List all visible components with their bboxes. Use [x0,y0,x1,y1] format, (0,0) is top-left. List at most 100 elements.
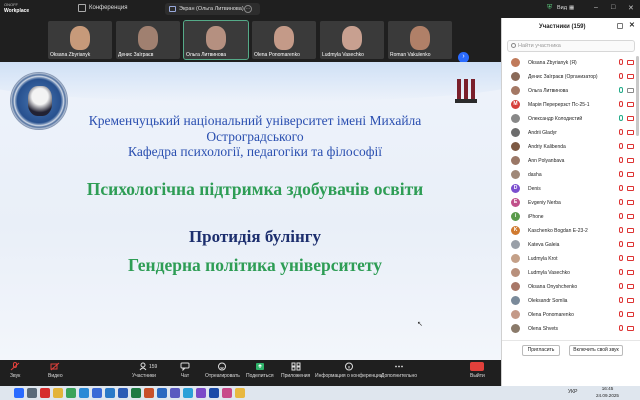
camera-off-icon[interactable] [627,186,634,191]
onoff-icon[interactable] [209,388,219,398]
video-tile[interactable]: Olena Ponomarenko [252,21,316,59]
close-panel-icon[interactable]: ✕ [629,21,635,29]
microphone-off-icon[interactable] [619,255,623,261]
camera-off-icon[interactable] [627,102,634,107]
microphone-off-icon[interactable] [619,101,623,107]
video-button[interactable]: Видео [48,362,63,379]
excel-icon[interactable] [131,388,141,398]
search-icon[interactable] [27,388,37,398]
camera-off-icon[interactable] [627,130,634,135]
participant-row[interactable]: Olena Shvets [502,321,640,335]
security-shield-icon[interactable]: ⛨ [547,4,552,12]
microphone-off-icon[interactable] [619,269,623,275]
camera-off-icon[interactable] [627,270,634,275]
video-tile[interactable]: Денис Заїграєв [116,21,180,59]
more-button[interactable]: Дополнительно [381,362,417,379]
microphone-off-icon[interactable] [619,143,623,149]
minimize-button[interactable]: – [594,4,598,11]
viber-icon[interactable] [196,388,206,398]
microphone-off-icon[interactable] [619,325,623,331]
more-options-button[interactable]: ⋯ [244,5,252,13]
participant-row[interactable]: Andrii Gladyr [502,125,640,139]
camera-off-icon[interactable] [627,144,634,149]
participant-row[interactable]: Ольга Литвинова [502,83,640,97]
participant-list[interactable]: Oksana Zbyrianyk (Я) Денис Заїграєв (Орга… [502,55,640,341]
participant-row[interactable]: Olena Ponomarenko [502,307,640,321]
outlook-icon[interactable] [157,388,167,398]
edge-icon[interactable] [79,388,89,398]
participant-row[interactable]: Денис Заїграєв (Организатор) [502,69,640,83]
microphone-off-icon[interactable] [619,283,623,289]
camera-on-icon[interactable] [627,88,634,93]
camera-off-icon[interactable] [627,284,634,289]
system-clock[interactable]: 16:45 24.09.2025 [596,386,619,399]
video-tile[interactable]: Roman Vakulenko [388,21,452,59]
camera-off-icon[interactable] [627,116,634,121]
microphone-off-icon[interactable] [619,129,623,135]
microphone-off-icon[interactable] [619,297,623,303]
participant-row[interactable]: Ludmyla Krot [502,251,640,265]
opera-icon[interactable] [40,388,50,398]
participant-row[interactable]: Олександр Колодистий [502,111,640,125]
microphone-off-icon[interactable] [619,199,623,205]
apps-button[interactable]: Приложения [281,362,310,379]
sound-button[interactable]: Звук [10,362,20,379]
camera-off-icon[interactable] [627,172,634,177]
store-icon[interactable] [92,388,102,398]
keyboard-language[interactable]: УКР [568,389,577,395]
powerpoint-icon[interactable] [144,388,154,398]
camera-off-icon[interactable] [627,256,634,261]
camera-off-icon[interactable] [627,312,634,317]
share-button[interactable]: Поделиться [246,362,274,379]
participant-row[interactable]: Ann Polyanbava [502,153,640,167]
video-tile[interactable]: Ольга Литвинова [183,20,249,60]
camera-off-icon[interactable] [627,214,634,219]
microphone-off-icon[interactable] [619,185,623,191]
microphone-off-icon[interactable] [619,227,623,233]
participant-row[interactable]: Andriy Kalibenda [502,139,640,153]
participant-row[interactable]: Oksana Onyshchenko [502,279,640,293]
popout-icon[interactable] [617,23,623,29]
exit-button[interactable]: Выйти [470,362,485,379]
camera-off-icon[interactable] [627,228,634,233]
tab-conference[interactable]: Конференция [78,4,127,12]
participant-row[interactable]: Oleksandr Somlia [502,293,640,307]
photos-icon[interactable] [222,388,232,398]
camera-off-icon[interactable] [627,60,634,65]
teams-icon[interactable] [170,388,180,398]
microphone-off-icon[interactable] [619,213,623,219]
camera-off-icon[interactable] [627,158,634,163]
participant-search-input[interactable]: Найти участника [507,40,635,52]
participant-row[interactable]: i iPhone [502,209,640,223]
invite-button[interactable]: Пригласить [522,345,560,356]
reactions-button[interactable]: Отреагировать [205,362,240,379]
chrome-icon[interactable] [66,388,76,398]
camera-off-icon[interactable] [627,298,634,303]
microphone-on-icon[interactable] [619,115,623,121]
participant-row[interactable]: E Evgeniy Nerba [502,195,640,209]
chat-button[interactable]: Чат [180,362,190,379]
participant-row[interactable]: Kateva Galeia [502,237,640,251]
mail-icon[interactable] [105,388,115,398]
microphone-off-icon[interactable] [619,59,623,65]
close-button[interactable]: ✕ [628,4,634,12]
folder-icon[interactable] [235,388,245,398]
participant-row[interactable]: D Denis [502,181,640,195]
maximize-button[interactable]: □ [611,4,615,11]
microphone-on-icon[interactable] [619,87,623,93]
conference-info-button[interactable]: Информация о конференции [315,362,383,379]
participant-row[interactable]: K Kaschenko Bogdan Е-23-2 [502,223,640,237]
participant-row[interactable]: Oksana Zbyrianyk (Я) [502,55,640,69]
microphone-off-icon[interactable] [619,241,623,247]
participant-row[interactable]: M Марія Перерерзєт Пс-25-1 [502,97,640,111]
microphone-off-icon[interactable] [619,73,623,79]
camera-off-icon[interactable] [627,74,634,79]
microphone-off-icon[interactable] [619,311,623,317]
microphone-off-icon[interactable] [619,171,623,177]
camera-off-icon[interactable] [627,200,634,205]
participant-list-scrollbar[interactable] [636,56,639,136]
microphone-off-icon[interactable] [619,157,623,163]
telegram-icon[interactable] [183,388,193,398]
video-tile[interactable]: Ludmyla Vasechko [320,21,384,59]
windows-start-icon[interactable] [14,388,24,398]
